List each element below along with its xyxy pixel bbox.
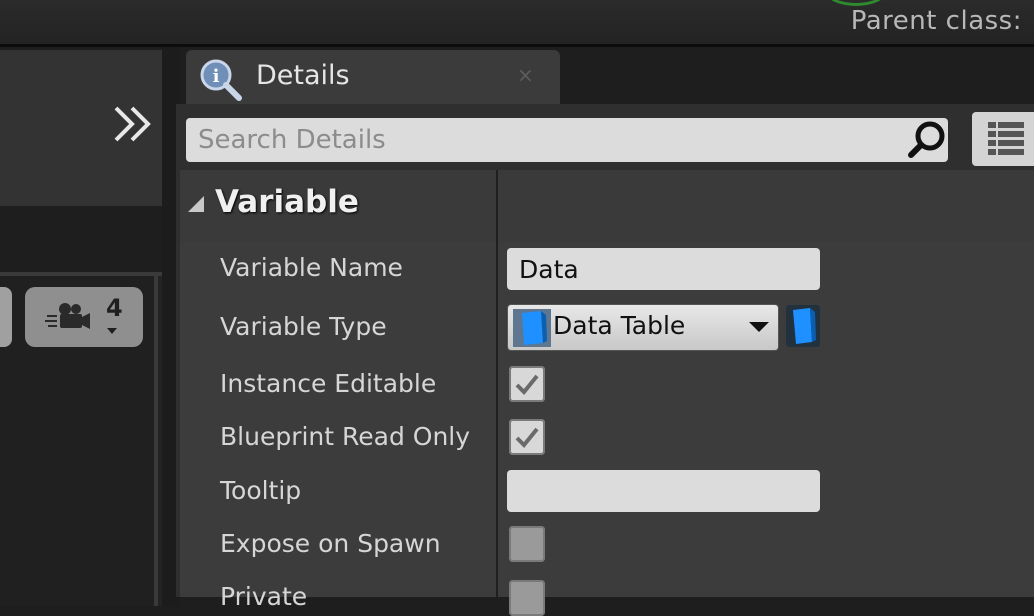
- label-expose-on-spawn: Expose on Spawn: [220, 529, 441, 558]
- search-icon[interactable]: [906, 120, 948, 160]
- label-variable-name: Variable Name: [220, 253, 403, 282]
- label-tooltip: Tooltip: [220, 476, 302, 505]
- camera-speed-value: 4: [106, 294, 123, 322]
- search-input[interactable]: [186, 118, 948, 162]
- collapse-triangle-icon[interactable]: [188, 196, 204, 212]
- chevron-down-icon: [107, 328, 117, 334]
- container-type-icon: [793, 308, 816, 344]
- viewport-toolbar-button[interactable]: [0, 287, 12, 347]
- label-blueprint-read-only: Blueprint Read Only: [220, 422, 471, 451]
- label-instance-editable: Instance Editable: [220, 369, 437, 398]
- type-pin-icon: [513, 309, 551, 347]
- section-title: Variable: [215, 184, 359, 220]
- divider: [0, 44, 1034, 47]
- blueprint-read-only-checkbox[interactable]: [509, 419, 545, 455]
- close-icon[interactable]: ×: [517, 63, 534, 87]
- variable-type-value: Data Table: [553, 311, 686, 340]
- expose-on-spawn-checkbox[interactable]: [509, 526, 545, 562]
- checkmark-icon: [515, 427, 539, 448]
- details-magnifier-icon: i: [200, 59, 242, 101]
- variable-name-input[interactable]: [507, 248, 820, 290]
- view-options-icon: [988, 122, 1024, 155]
- column-divider[interactable]: [496, 170, 498, 597]
- tooltip-input[interactable]: [507, 470, 820, 512]
- label-variable-type: Variable Type: [220, 312, 387, 341]
- private-checkbox[interactable]: [509, 580, 545, 616]
- camera-icon: [45, 303, 90, 329]
- details-tab-title: Details: [256, 60, 350, 91]
- parent-class-label: Parent class:: [850, 6, 1022, 36]
- checkmark-icon: [515, 374, 539, 395]
- expand-chevrons-icon[interactable]: [110, 100, 158, 148]
- svg-text:i: i: [213, 66, 220, 87]
- chevron-down-icon: [749, 322, 769, 332]
- instance-editable-checkbox[interactable]: [509, 366, 545, 402]
